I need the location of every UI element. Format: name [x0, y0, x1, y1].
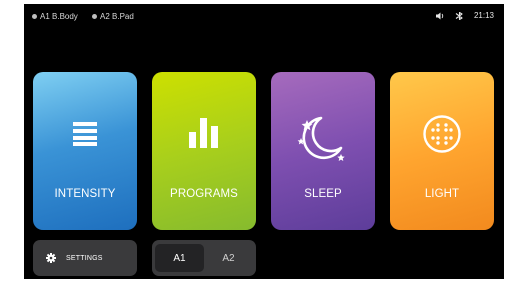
- programs-label: PROGRAMS: [170, 188, 238, 200]
- device-indicator-a1: A1 B.Body: [32, 12, 78, 21]
- gear-icon: [46, 253, 56, 263]
- speaker-icon: [435, 12, 445, 20]
- light-tile[interactable]: LIGHT: [390, 72, 494, 230]
- intensity-tile[interactable]: INTENSITY: [33, 72, 137, 230]
- sleep-tile[interactable]: SLEEP: [271, 72, 375, 230]
- segment-option-a1[interactable]: A1: [155, 244, 204, 272]
- moon-stars-icon: [295, 112, 351, 171]
- status-bar: A1 B.Body A2 B.Pad 21:13: [24, 4, 504, 28]
- light-label: LIGHT: [424, 188, 460, 200]
- device-label: A1 B.Body: [40, 12, 78, 21]
- bar-chart-icon: [189, 118, 219, 153]
- programs-tile[interactable]: PROGRAMS: [152, 72, 256, 230]
- settings-button[interactable]: SETTINGS: [33, 240, 137, 276]
- device-status-dot: [32, 14, 37, 19]
- settings-label: SETTINGS: [66, 254, 103, 262]
- intensity-label: INTENSITY: [54, 188, 116, 200]
- device-label: A2 B.Pad: [100, 12, 134, 21]
- sleep-label: SLEEP: [304, 188, 342, 200]
- status-right-group: 21:13: [435, 11, 494, 20]
- intensity-bars-icon: [73, 118, 97, 151]
- device-segmented-control: A1 A2: [152, 240, 256, 276]
- app-screen: A1 B.Body A2 B.Pad 21:13 INTENSITY PROGR…: [24, 4, 504, 279]
- light-dots-icon: [422, 114, 462, 159]
- device-indicator-a2: A2 B.Pad: [92, 12, 134, 21]
- device-status-dot: [92, 14, 97, 19]
- segment-option-a2[interactable]: A2: [204, 244, 253, 272]
- clock-time: 21:13: [473, 11, 494, 20]
- bluetooth-icon: [455, 11, 464, 20]
